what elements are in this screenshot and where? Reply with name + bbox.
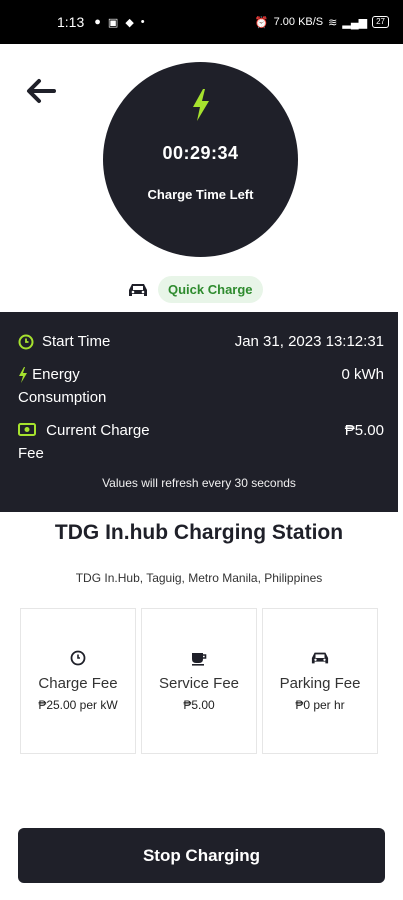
current-fee-label-cont: Fee [18, 445, 44, 462]
parking-fee-title: Parking Fee [279, 675, 361, 692]
energy-value: 0 kWh [341, 366, 384, 383]
service-fee-card: Service Fee ₱5.00 [141, 608, 257, 754]
messenger-icon: ● [94, 16, 101, 28]
status-bar: 1:13 ● ▣ ◆ • ⏰ 7.00 KB/S ≋ ▂▄▆ 27 [0, 0, 403, 44]
lightning-small-icon [19, 367, 27, 383]
fee-cards: Charge Fee ₱25.00 per kW Service Fee ₱5.… [20, 608, 378, 754]
car-icon [129, 283, 147, 296]
alarm-icon: ⏰ [254, 16, 269, 29]
stop-charging-button[interactable]: Stop Charging [18, 828, 385, 883]
wifi-icon: ≋ [328, 16, 338, 29]
status-time: 1:13 [57, 14, 85, 30]
charge-fee-value: ₱25.00 per kW [38, 698, 118, 712]
clock-icon [70, 650, 86, 666]
coffee-icon [192, 653, 207, 666]
dot-icon: • [140, 16, 145, 28]
start-time-value: Jan 31, 2023 13:12:31 [234, 333, 384, 350]
charge-timer-circle: 00:29:34 Charge Time Left [103, 62, 298, 257]
charge-fee-title: Charge Fee [38, 675, 118, 692]
charge-type: Quick Charge [128, 276, 263, 303]
back-arrow-icon[interactable] [24, 74, 58, 108]
network-speed: 7.00 KB/S [273, 16, 324, 28]
system-icons: ⏰ 7.00 KB/S ≋ ▂▄▆ 27 [255, 16, 389, 29]
service-fee-title: Service Fee [158, 675, 240, 692]
current-fee-value: ₱5.00 [344, 422, 384, 439]
service-fee-value: ₱5.00 [183, 698, 215, 712]
news-icon: ▣ [107, 16, 119, 29]
charging-session-panel: Start Time Jan 31, 2023 13:12:31 Energy … [0, 312, 398, 512]
charge-time-remaining: 00:29:34 [162, 143, 239, 163]
start-time-row: Start Time Jan 31, 2023 13:12:31 [18, 330, 384, 353]
parking-fee-card: Parking Fee ₱0 per hr [262, 608, 378, 754]
car-icon [311, 652, 329, 664]
energy-label: Energy [32, 366, 80, 383]
start-time-label: Start Time [42, 333, 111, 350]
charge-fee-card: Charge Fee ₱25.00 per kW [20, 608, 136, 754]
quick-charge-badge: Quick Charge [158, 276, 263, 303]
parking-fee-value: ₱0 per hr [295, 698, 345, 712]
charge-time-label: Charge Time Left [147, 187, 254, 202]
clock-icon [18, 334, 34, 350]
current-fee-label: Current Charge [46, 422, 150, 439]
signal-icon: ▂▄▆ [342, 16, 368, 29]
current-fee-row: Current Charge Fee ₱5.00 [18, 419, 384, 465]
energy-row: Energy Consumption 0 kWh [18, 363, 384, 409]
lightning-bolt-icon [193, 89, 209, 121]
station-name: TDG In.hub Charging Station [54, 521, 344, 544]
battery-icon: 27 [372, 16, 389, 28]
station-address: TDG In.Hub, Taguig, Metro Manila, Philip… [75, 571, 323, 585]
chat-icon: ◆ [125, 16, 134, 29]
notification-icons: ● ▣ ◆ • [94, 16, 144, 29]
energy-label-cont: Consumption [18, 389, 107, 406]
refresh-note: Values will refresh every 30 seconds [102, 476, 296, 490]
cash-icon [18, 423, 36, 436]
